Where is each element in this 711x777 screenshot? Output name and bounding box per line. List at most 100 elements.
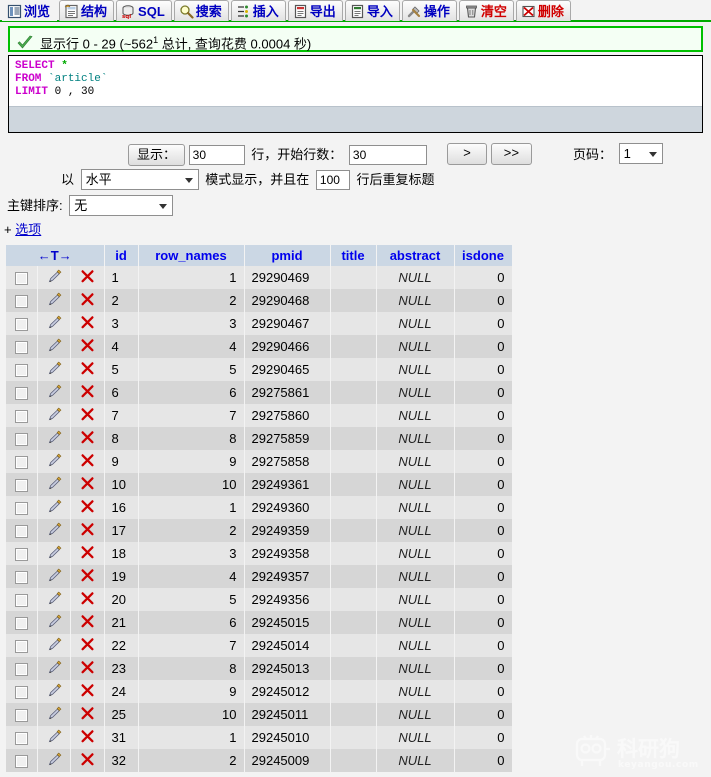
cell-abstract[interactable]: NULL xyxy=(376,656,455,680)
cell-pmid[interactable]: 29290469 xyxy=(244,265,331,289)
cell-abstract[interactable]: NULL xyxy=(376,748,455,772)
cell-isdone[interactable]: 0 xyxy=(454,265,513,289)
delete-cross-icon[interactable] xyxy=(79,315,95,331)
edit-pencil-icon[interactable] xyxy=(46,568,62,584)
cell-id[interactable]: 23 xyxy=(104,656,139,680)
row-delete-cell[interactable] xyxy=(70,449,105,473)
delete-cross-icon[interactable] xyxy=(79,591,95,607)
row-delete-cell[interactable] xyxy=(70,288,105,312)
cell-isdone[interactable]: 0 xyxy=(454,472,513,496)
cell-isdone[interactable]: 0 xyxy=(454,633,513,657)
column-header-isdone[interactable]: isdone xyxy=(454,244,513,266)
cell-row-names[interactable]: 5 xyxy=(138,357,245,381)
cell-abstract[interactable]: NULL xyxy=(376,633,455,657)
tab-operations[interactable]: 操作 xyxy=(401,0,457,21)
cell-pmid[interactable]: 29249361 xyxy=(244,472,331,496)
cell-title[interactable] xyxy=(330,587,377,611)
tab-structure[interactable]: 结构 xyxy=(59,0,115,21)
cell-abstract[interactable]: NULL xyxy=(376,725,455,749)
edit-pencil-icon[interactable] xyxy=(46,384,62,400)
table-row[interactable]: 4 4 29290466 NULL 0 xyxy=(6,334,513,358)
cell-row-names[interactable]: 1 xyxy=(138,495,245,519)
row-edit-cell[interactable] xyxy=(37,380,72,404)
edit-pencil-icon[interactable] xyxy=(46,706,62,722)
delete-cross-icon[interactable] xyxy=(79,660,95,676)
row-select-cell[interactable] xyxy=(6,426,39,450)
cell-id[interactable]: 31 xyxy=(104,725,139,749)
row-delete-cell[interactable] xyxy=(70,541,105,565)
tab-empty[interactable]: 清空 xyxy=(458,0,514,21)
cell-pmid[interactable]: 29290467 xyxy=(244,311,331,335)
cell-title[interactable] xyxy=(330,265,377,289)
table-row[interactable]: 9 9 29275858 NULL 0 xyxy=(6,449,513,473)
cell-id[interactable]: 16 xyxy=(104,495,139,519)
cell-isdone[interactable]: 0 xyxy=(454,426,513,450)
row-checkbox[interactable] xyxy=(15,363,29,377)
page-number-select[interactable]: 123 xyxy=(618,143,663,164)
cell-abstract[interactable]: NULL xyxy=(376,610,455,634)
delete-cross-icon[interactable] xyxy=(79,729,95,745)
row-edit-cell[interactable] xyxy=(37,725,72,749)
cell-id[interactable]: 5 xyxy=(104,357,139,381)
edit-pencil-icon[interactable] xyxy=(46,269,62,285)
cell-isdone[interactable]: 0 xyxy=(454,679,513,703)
cell-id[interactable]: 8 xyxy=(104,426,139,450)
delete-cross-icon[interactable] xyxy=(79,545,95,561)
row-delete-cell[interactable] xyxy=(70,426,105,450)
cell-row-names[interactable]: 5 xyxy=(138,587,245,611)
row-checkbox[interactable] xyxy=(15,317,29,331)
table-row[interactable]: 25 10 29245011 NULL 0 xyxy=(6,702,513,726)
row-select-cell[interactable] xyxy=(6,311,39,335)
row-select-cell[interactable] xyxy=(6,357,39,381)
table-row[interactable]: 2 2 29290468 NULL 0 xyxy=(6,288,513,312)
cell-row-names[interactable]: 2 xyxy=(138,748,245,772)
cell-id[interactable]: 4 xyxy=(104,334,139,358)
row-select-cell[interactable] xyxy=(6,564,39,588)
cell-pmid[interactable]: 29290466 xyxy=(244,334,331,358)
cell-abstract[interactable]: NULL xyxy=(376,541,455,565)
next-page-button[interactable]: > xyxy=(447,143,487,165)
row-select-cell[interactable] xyxy=(6,610,39,634)
cell-pmid[interactable]: 29249357 xyxy=(244,564,331,588)
cell-id[interactable]: 6 xyxy=(104,380,139,404)
cell-title[interactable] xyxy=(330,495,377,519)
row-checkbox[interactable] xyxy=(15,570,29,584)
cell-isdone[interactable]: 0 xyxy=(454,518,513,542)
cell-id[interactable]: 22 xyxy=(104,633,139,657)
cell-isdone[interactable]: 0 xyxy=(454,288,513,312)
row-select-cell[interactable] xyxy=(6,495,39,519)
delete-cross-icon[interactable] xyxy=(79,407,95,423)
row-select-cell[interactable] xyxy=(6,449,39,473)
delete-cross-icon[interactable] xyxy=(79,338,95,354)
row-delete-cell[interactable] xyxy=(70,564,105,588)
table-row[interactable]: 19 4 29249357 NULL 0 xyxy=(6,564,513,588)
row-checkbox[interactable] xyxy=(15,731,29,745)
row-checkbox[interactable] xyxy=(15,294,29,308)
delete-cross-icon[interactable] xyxy=(79,522,95,538)
cell-pmid[interactable]: 29275861 xyxy=(244,380,331,404)
row-select-cell[interactable] xyxy=(6,288,39,312)
cell-id[interactable]: 32 xyxy=(104,748,139,772)
edit-pencil-icon[interactable] xyxy=(46,637,62,653)
cell-isdone[interactable]: 0 xyxy=(454,748,513,772)
row-edit-cell[interactable] xyxy=(37,702,72,726)
cell-id[interactable]: 1 xyxy=(104,265,139,289)
row-select-cell[interactable] xyxy=(6,702,39,726)
cell-row-names[interactable]: 2 xyxy=(138,518,245,542)
cell-id[interactable]: 24 xyxy=(104,679,139,703)
row-edit-cell[interactable] xyxy=(37,679,72,703)
cell-isdone[interactable]: 0 xyxy=(454,311,513,335)
row-delete-cell[interactable] xyxy=(70,702,105,726)
row-select-cell[interactable] xyxy=(6,587,39,611)
cell-row-names[interactable]: 7 xyxy=(138,633,245,657)
row-edit-cell[interactable] xyxy=(37,403,72,427)
table-row[interactable]: 16 1 29249360 NULL 0 xyxy=(6,495,513,519)
row-edit-cell[interactable] xyxy=(37,541,72,565)
cell-row-names[interactable]: 8 xyxy=(138,426,245,450)
cell-abstract[interactable]: NULL xyxy=(376,380,455,404)
row-checkbox[interactable] xyxy=(15,478,29,492)
rows-count-input[interactable] xyxy=(188,144,245,165)
cell-id[interactable]: 17 xyxy=(104,518,139,542)
start-row-input[interactable] xyxy=(348,144,427,165)
cell-abstract[interactable]: NULL xyxy=(376,472,455,496)
